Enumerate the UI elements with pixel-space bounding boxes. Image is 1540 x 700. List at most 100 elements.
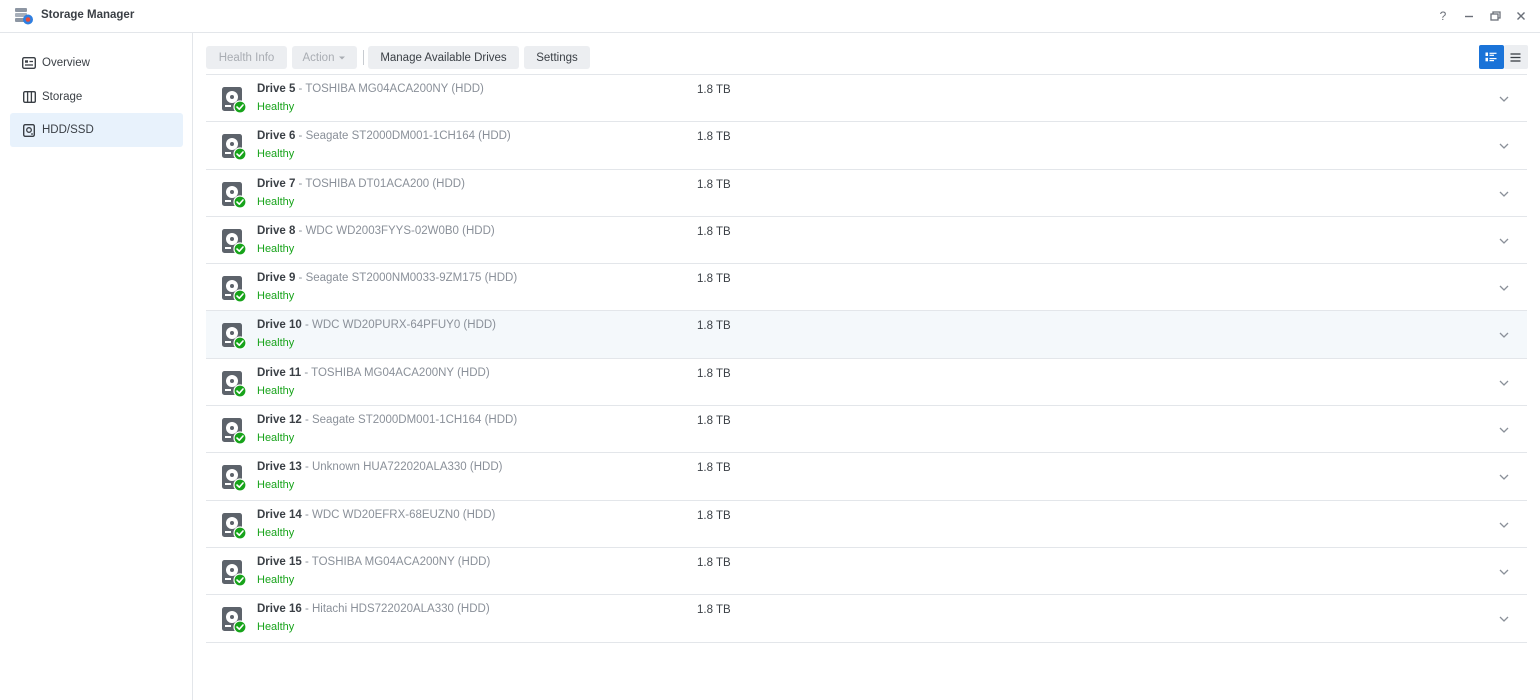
drive-size: 1.8 TB [697,556,731,569]
drive-title: Drive 9 - Seagate ST2000NM0033-9ZM175 (H… [257,272,517,284]
drive-status: Healthy [257,384,295,397]
drive-size: 1.8 TB [697,415,731,428]
hdd-healthy-icon [222,181,247,209]
drive-title: Drive 16 - Hitachi HDS722020ALA330 (HDD) [257,603,490,615]
chevron-down-icon[interactable] [1498,614,1510,624]
drive-model: - Hitachi HDS722020ALA330 (HDD) [301,603,490,616]
drive-model: - WDC WD20EFRX-68EUZN0 (HDD) [301,508,496,521]
drive-status: Healthy [257,526,295,539]
drive-row[interactable]: Drive 6 - Seagate ST2000DM001-1CH164 (HD… [206,122,1527,170]
health-info-button[interactable]: Health Info [206,46,287,69]
drive-status: Healthy [257,242,295,255]
manage-available-drives-button[interactable]: Manage Available Drives [368,46,519,69]
chevron-down-icon[interactable] [1498,283,1510,293]
drive-row[interactable]: Drive 8 - WDC WD2003FYYS-02W0B0 (HDD) He… [206,217,1527,265]
minimize-icon[interactable] [1460,6,1478,26]
hdd-healthy-icon [222,276,247,303]
storage-manager-icon [15,8,33,25]
close-icon[interactable] [1512,6,1530,26]
hdd-healthy-icon [222,228,247,256]
settings-button[interactable]: Settings [524,46,590,69]
hdd-healthy-icon [222,465,247,492]
sidebar: Overview Storage HDD/SSD [0,33,193,700]
drive-name: Drive 10 [257,319,302,332]
drive-model: - Unknown HUA722020ALA330 (HDD) [301,461,503,474]
drive-row[interactable]: Drive 10 - WDC WD20PURX-64PFUY0 (HDD) He… [206,311,1527,359]
hdd-healthy-icon [222,559,247,587]
drive-row[interactable]: Drive 12 - Seagate ST2000DM001-1CH164 (H… [206,406,1527,454]
sidebar-item-hdd-ssd[interactable]: HDD/SSD [10,113,183,147]
chevron-down-icon[interactable] [1498,236,1510,246]
hdd-healthy-icon [222,134,247,161]
drive-status: Healthy [257,148,295,161]
drive-size: 1.8 TB [697,509,731,522]
drive-title: Drive 14 - WDC WD20EFRX-68EUZN0 (HDD) [257,509,495,521]
drive-row[interactable]: Drive 7 - TOSHIBA DT01ACA200 (HDD) Healt… [206,170,1527,217]
hdd-healthy-icon [222,323,247,351]
restore-icon[interactable] [1486,6,1504,26]
drive-title: Drive 5 - TOSHIBA MG04ACA200NY (HDD) [257,83,484,95]
drive-title: Drive 13 - Unknown HUA722020ALA330 (HDD) [257,461,502,473]
drive-title: Drive 12 - Seagate ST2000DM001-1CH164 (H… [257,414,517,426]
drive-name: Drive 8 [257,224,296,237]
detail-view-icon[interactable] [1479,45,1504,69]
chevron-down-icon[interactable] [1498,141,1510,151]
drive-status: Healthy [257,195,295,208]
chevron-down-icon[interactable] [1498,94,1510,104]
action-label: Action [302,51,335,64]
drive-title: Drive 15 - TOSHIBA MG04ACA200NY (HDD) [257,556,490,568]
chevron-down-icon[interactable] [1498,425,1510,435]
drive-row[interactable]: Drive 14 - WDC WD20EFRX-68EUZN0 (HDD) He… [206,501,1527,548]
action-button[interactable]: Action [292,46,357,69]
drive-status: Healthy [257,573,295,586]
drive-name: Drive 6 [257,130,296,143]
caret-down-icon [339,56,346,59]
chevron-down-icon[interactable] [1498,330,1510,340]
drive-row[interactable]: Drive 5 - TOSHIBA MG04ACA200NY (HDD) Hea… [206,75,1527,123]
drive-model: - TOSHIBA DT01ACA200 (HDD) [295,177,465,190]
drive-row[interactable]: Drive 15 - TOSHIBA MG04ACA200NY (HDD) He… [206,548,1527,596]
storage-icon [22,90,36,104]
drive-name: Drive 15 [257,555,302,568]
window-controls: ? [1434,6,1530,26]
drive-row[interactable]: Drive 16 - Hitachi HDS722020ALA330 (HDD)… [206,595,1527,643]
drive-name: Drive 13 [257,461,302,474]
chevron-down-icon[interactable] [1498,189,1510,199]
list-view-icon[interactable] [1503,45,1528,69]
drive-name: Drive 9 [257,272,296,285]
drive-status: Healthy [257,621,295,634]
drive-row[interactable]: Drive 9 - Seagate ST2000NM0033-9ZM175 (H… [206,264,1527,312]
drive-title: Drive 8 - WDC WD2003FYYS-02W0B0 (HDD) [257,225,495,237]
drive-size: 1.8 TB [697,84,731,96]
sidebar-item-label: Overview [42,57,90,69]
drive-title: Drive 6 - Seagate ST2000DM001-1CH164 (HD… [257,130,511,142]
chevron-down-icon[interactable] [1498,520,1510,530]
drive-size: 1.8 TB [697,131,731,144]
drive-row[interactable]: Drive 11 - TOSHIBA MG04ACA200NY (HDD) He… [206,359,1527,407]
drive-status: Healthy [257,290,295,303]
view-toggle [1479,45,1528,69]
sidebar-item-storage[interactable]: Storage [10,80,183,114]
chevron-down-icon[interactable] [1498,378,1510,388]
drive-size: 1.8 TB [697,273,731,286]
chevron-down-icon[interactable] [1498,567,1510,577]
drive-size: 1.8 TB [697,178,731,191]
hdd-healthy-icon [222,418,247,445]
hdd-icon [22,123,36,137]
toolbar-divider [363,50,364,65]
help-icon[interactable]: ? [1434,6,1452,26]
drive-status: Healthy [257,337,295,350]
hdd-healthy-icon [222,607,247,634]
drive-model: - Seagate ST2000DM001-1CH164 (HDD) [295,130,511,143]
drive-size: 1.8 TB [697,462,731,475]
drive-name: Drive 12 [257,414,302,427]
drive-row[interactable]: Drive 13 - Unknown HUA722020ALA330 (HDD)… [206,453,1527,501]
chevron-down-icon[interactable] [1498,472,1510,482]
drive-title: Drive 11 - TOSHIBA MG04ACA200NY (HDD) [257,367,490,379]
drive-model: - Seagate ST2000DM001-1CH164 (HDD) [301,414,518,427]
sidebar-item-overview[interactable]: Overview [10,46,183,80]
drive-model: - WDC WD20PURX-64PFUY0 (HDD) [301,319,497,332]
drive-name: Drive 5 [257,83,296,95]
drive-list: Drive 5 - TOSHIBA MG04ACA200NY (HDD) Hea… [206,74,1527,643]
overview-icon [22,56,36,70]
